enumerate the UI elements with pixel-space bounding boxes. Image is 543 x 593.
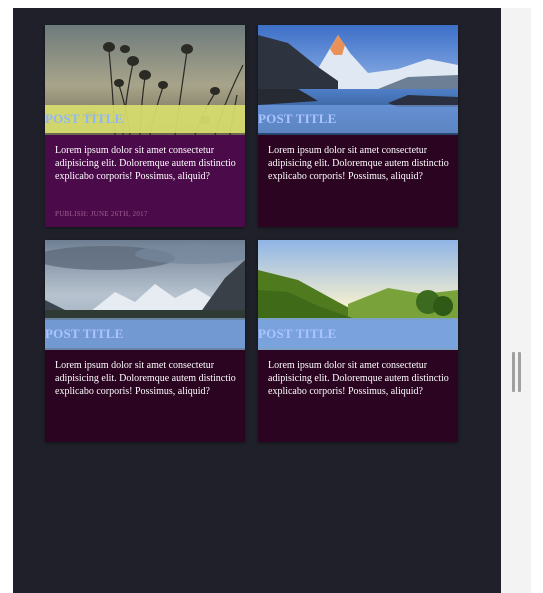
post-title-1[interactable]: POST TITLE: [45, 111, 123, 127]
post-excerpt-2: Lorem ipsum dolor sit amet consectetur a…: [268, 145, 449, 182]
post-excerpt-4: Lorem ipsum dolor sit amet consectetur a…: [268, 360, 449, 397]
post-card-1[interactable]: POST TITLE Lorem ipsum dolor sit amet co…: [45, 25, 245, 227]
post-title-2[interactable]: POST TITLE: [258, 111, 336, 127]
post-title-bar-3: POST TITLE: [45, 320, 245, 348]
post-title-4[interactable]: POST TITLE: [258, 326, 336, 342]
post-title-bar-2: POST TITLE: [258, 105, 458, 133]
post-card-3[interactable]: POST TITLE Lorem ipsum dolor sit amet co…: [45, 240, 245, 442]
scrollbar-handle[interactable]: [512, 352, 522, 392]
post-card-2[interactable]: POST TITLE Lorem ipsum dolor sit amet co…: [258, 25, 458, 227]
post-title-bar-1: POST TITLE: [45, 105, 245, 133]
scrollbar-track[interactable]: [501, 8, 531, 593]
post-excerpt-3: Lorem ipsum dolor sit amet consectetur a…: [55, 360, 236, 397]
post-excerpt-1: Lorem ipsum dolor sit amet consectetur a…: [55, 145, 236, 182]
post-date-1: PUBLISH: JUNE 26TH, 2017: [55, 210, 148, 218]
post-title-3[interactable]: POST TITLE: [45, 326, 123, 342]
post-card-4[interactable]: POST TITLE Lorem ipsum dolor sit amet co…: [258, 240, 458, 442]
post-title-bar-4: POST TITLE: [258, 320, 458, 348]
